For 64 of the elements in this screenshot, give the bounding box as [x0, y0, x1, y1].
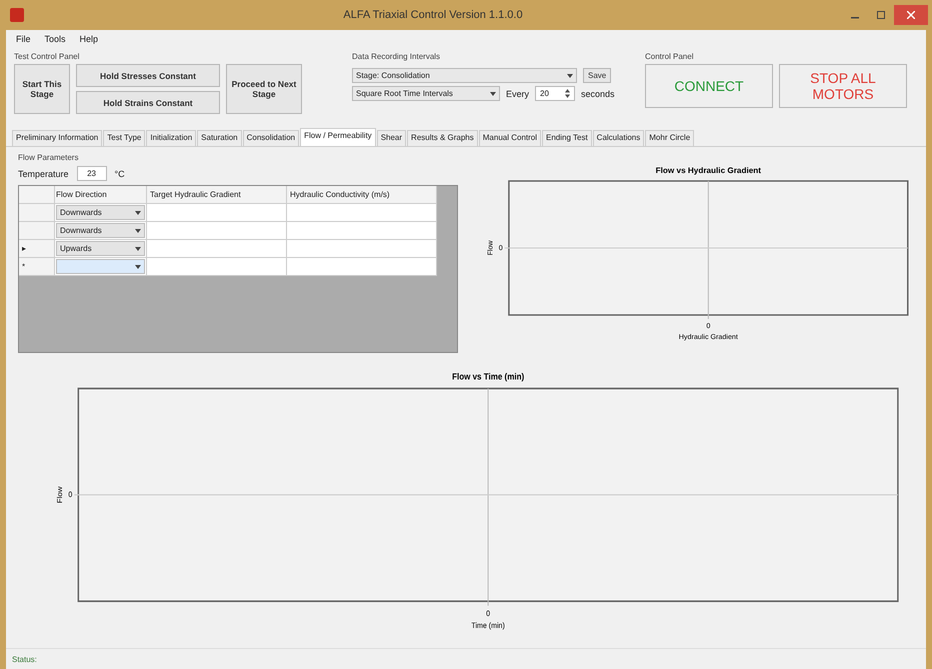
every-label: Every	[506, 88, 530, 98]
hold-strains-button[interactable]: Hold Strains Constant	[76, 91, 220, 114]
table-cell[interactable]	[147, 258, 287, 276]
caret-icon	[567, 74, 573, 78]
window-title: ALFA Triaxial Control Version 1.1.0.0	[342, 9, 524, 21]
column-header: Flow Direction	[55, 186, 147, 204]
interval-field[interactable]: 20	[535, 86, 576, 101]
stage-dropdown[interactable]: Stage: Consolidation	[352, 68, 577, 83]
group-title: Test Control Panel	[14, 52, 80, 61]
tab[interactable]: Shear	[376, 130, 406, 146]
caret-icon	[135, 228, 141, 232]
flow-direction-dropdown[interactable]: Downwards	[56, 223, 145, 238]
save-button[interactable]: Save	[583, 68, 612, 83]
x-axis-label: Time (min)	[471, 620, 505, 630]
tab[interactable]: Manual Control	[478, 130, 541, 146]
y-tick-label: 0	[68, 490, 72, 500]
table-cell[interactable]	[287, 258, 437, 276]
chart-title: Flow vs Time (min)	[452, 371, 524, 382]
tab[interactable]: Results & Graphs	[407, 130, 478, 146]
tab[interactable]: Saturation	[197, 130, 242, 146]
caret-icon	[490, 92, 496, 96]
start-stage-button[interactable]: Start This Stage	[14, 64, 70, 114]
row-header[interactable]	[19, 204, 55, 222]
tab[interactable]: Calculations	[592, 130, 644, 146]
status-text: Status:	[6, 648, 926, 669]
row-header[interactable]: *	[19, 258, 55, 276]
temperature-label: Temperature	[18, 168, 69, 178]
menu-item[interactable]: Help	[80, 34, 98, 48]
group-title: Control Panel	[645, 52, 694, 61]
unit-label: °C	[114, 168, 125, 178]
app-icon	[10, 8, 24, 22]
flow-direction-dropdown[interactable]	[56, 259, 145, 274]
group-title: Flow Parameters	[18, 153, 80, 162]
caret-icon	[135, 246, 141, 250]
row-header[interactable]	[19, 222, 55, 240]
row-header[interactable]: ▸	[19, 240, 55, 258]
tab[interactable]: Initialization	[146, 130, 196, 146]
spinner-icon[interactable]	[565, 89, 570, 98]
menu-item[interactable]: File	[16, 34, 31, 48]
tab[interactable]: Preliminary Information	[12, 130, 102, 146]
group-title: Data Recording Intervals	[352, 52, 442, 61]
tab[interactable]: Test Type	[103, 130, 146, 146]
unit-label: seconds	[581, 88, 615, 98]
column-header: Hydraulic Conductivity (m/s)	[287, 186, 437, 204]
y-axis-label: Flow	[56, 486, 64, 504]
next-stage-button[interactable]: Proceed to Next Stage	[226, 64, 302, 114]
close-icon[interactable]	[907, 11, 915, 19]
column-header: Target Hydraulic Gradient	[147, 186, 287, 204]
tab[interactable]: Flow / Permeability	[300, 128, 376, 146]
menu-item[interactable]: Tools	[44, 34, 66, 48]
stop-motors-button[interactable]: STOP ALL MOTORS	[779, 64, 907, 108]
x-tick-label: 0	[486, 608, 490, 618]
temperature-field[interactable]: 23	[76, 166, 107, 181]
caret-icon	[135, 210, 141, 214]
flow-direction-dropdown[interactable]: Upwards	[56, 241, 145, 256]
tab[interactable]: Consolidation	[242, 130, 300, 146]
hold-stresses-button[interactable]: Hold Stresses Constant	[76, 64, 220, 87]
corner-header	[19, 186, 55, 204]
maximize-icon[interactable]	[877, 11, 885, 19]
tab[interactable]: Ending Test	[542, 130, 592, 146]
interval-dropdown[interactable]: Square Root Time Intervals	[352, 86, 500, 101]
caret-icon	[135, 264, 141, 268]
flow-direction-dropdown[interactable]: Downwards	[56, 205, 145, 220]
tab[interactable]: Mohr Circle	[645, 130, 694, 146]
